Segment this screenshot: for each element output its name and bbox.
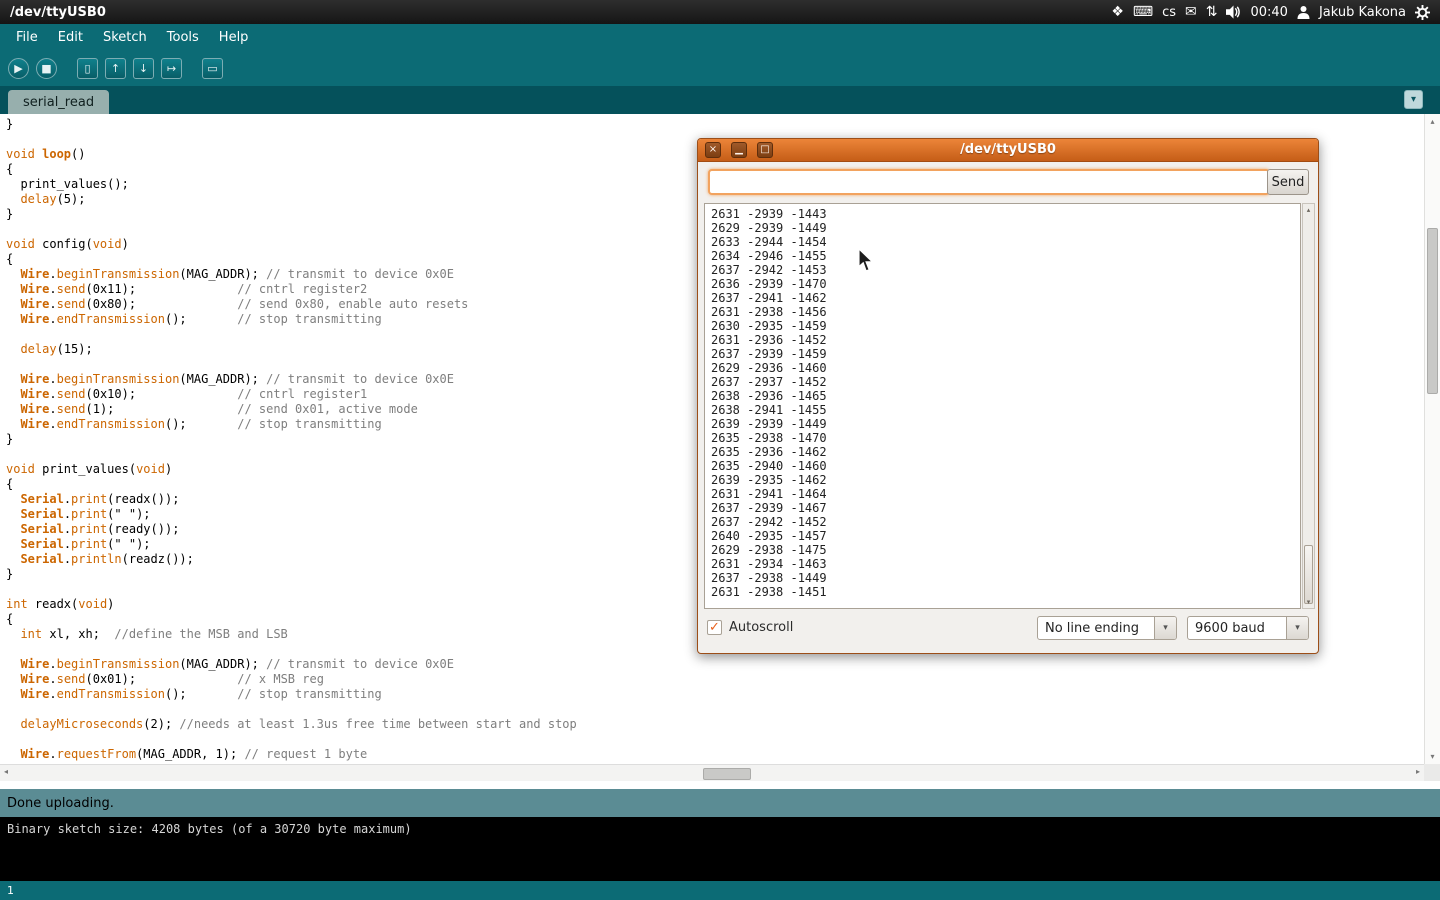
send-button[interactable]: Send — [1267, 169, 1309, 195]
code-line — [6, 732, 1424, 747]
minimize-button[interactable]: ▁ — [731, 142, 747, 158]
editor-hscroll-thumb[interactable] — [703, 768, 751, 780]
code-line: Wire.send(0x01); // x MSB reg — [6, 672, 1424, 687]
volume-icon[interactable] — [1226, 5, 1241, 19]
serial-output[interactable]: 2631 -2939 -1443 2629 -2939 -1449 2633 -… — [704, 203, 1301, 609]
mail-icon[interactable]: ✉ — [1185, 5, 1197, 19]
system-top-bar: /dev/ttyUSB0 ❖ ⌨ cs ✉ ⇅ 00:40 Jakub Kako… — [0, 0, 1440, 24]
console-output: Binary sketch size: 4208 bytes (of a 307… — [0, 817, 1440, 881]
focused-window-title: /dev/ttyUSB0 — [10, 5, 106, 20]
baud-rate-dropdown[interactable]: 9600 baud ▾ — [1187, 616, 1309, 640]
maximize-icon: □ — [760, 145, 769, 155]
send-button-label: Send — [1272, 175, 1305, 190]
scrollbar-corner — [1424, 764, 1440, 781]
autoscroll-checkbox[interactable]: ✓ — [707, 620, 722, 635]
menu-item-file[interactable]: File — [6, 26, 48, 49]
chevron-down-icon[interactable]: ▾ — [1286, 617, 1308, 639]
open-button[interactable]: ↑ — [105, 58, 126, 79]
serial-window-title: /dev/ttyUSB0 — [698, 139, 1318, 161]
upload-button[interactable]: ↦ — [161, 58, 182, 79]
system-tray: ❖ ⌨ cs ✉ ⇅ 00:40 Jakub Kakona — [1111, 5, 1430, 20]
menu-item-tools[interactable]: Tools — [157, 26, 209, 49]
keyboard-icon[interactable]: ⌨ — [1133, 5, 1153, 19]
code-line — [6, 702, 1424, 717]
scroll-left-icon[interactable]: ◂ — [4, 767, 8, 776]
serial-monitor-window: × ▁ □ /dev/ttyUSB0 Send 2631 -2939 -1443… — [697, 138, 1319, 654]
line-indicator: 1 — [7, 884, 14, 897]
chevron-down-icon[interactable]: ▾ — [1154, 617, 1176, 639]
tab-strip: serial_read ▾ — [0, 86, 1440, 114]
save-button[interactable]: ↓ — [133, 58, 154, 79]
gear-icon[interactable] — [1415, 5, 1430, 20]
verify-button[interactable]: ▶ — [8, 58, 29, 79]
close-button[interactable]: × — [705, 142, 721, 158]
serial-output-text: 2631 -2939 -1443 2629 -2939 -1449 2633 -… — [705, 204, 1300, 602]
menu-item-edit[interactable]: Edit — [48, 26, 93, 49]
line-ending-value: No line ending — [1038, 621, 1154, 636]
editor-vertical-scrollbar[interactable]: ▴ ▾ — [1424, 114, 1440, 764]
editor-horizontal-scrollbar[interactable]: ◂ ▸ — [0, 764, 1424, 781]
scroll-right-icon[interactable]: ▸ — [1416, 767, 1420, 776]
stop-button[interactable]: ■ — [36, 58, 57, 79]
baud-rate-value: 9600 baud — [1188, 621, 1286, 636]
close-icon: × — [709, 145, 717, 155]
maximize-button[interactable]: □ — [757, 142, 773, 158]
serial-monitor-button[interactable]: ▭ — [202, 58, 223, 79]
tab-menu-button[interactable]: ▾ — [1404, 90, 1423, 109]
line-indicator-strip: 1 — [0, 881, 1440, 900]
serial-scroll-thumb[interactable] — [1304, 545, 1313, 604]
user-icon[interactable] — [1297, 5, 1310, 19]
code-line: delayMicroseconds(2); //needs at least 1… — [6, 717, 1424, 732]
minimize-icon: ▁ — [735, 145, 743, 155]
toolbar: ▶ ■ ▯ ↑ ↓ ↦ ▭ — [0, 50, 1440, 86]
code-line: } — [6, 117, 1424, 132]
editor-vscroll-thumb[interactable] — [1427, 228, 1438, 394]
line-ending-dropdown[interactable]: No line ending ▾ — [1037, 616, 1177, 640]
menu-item-help[interactable]: Help — [209, 26, 259, 49]
serial-scroll-down-icon[interactable]: ▾ — [1303, 598, 1314, 606]
app-indicator-icon[interactable]: ❖ — [1111, 5, 1124, 19]
autoscroll-label: Autoscroll — [729, 620, 793, 635]
sync-icon[interactable]: ⇅ — [1206, 5, 1218, 19]
menu-bar: FileEditSketchToolsHelp — [0, 24, 1440, 50]
scroll-up-icon[interactable]: ▴ — [1425, 117, 1440, 126]
code-line: Wire.beginTransmission(MAG_ADDR); // tra… — [6, 657, 1424, 672]
tab-label: serial_read — [23, 95, 94, 110]
status-bar: Done uploading. — [0, 789, 1440, 817]
serial-window-titlebar[interactable]: × ▁ □ /dev/ttyUSB0 — [698, 139, 1318, 162]
checkmark-icon: ✓ — [709, 620, 720, 635]
status-message: Done uploading. — [7, 796, 114, 811]
console-line: Binary sketch size: 4208 bytes (of a 307… — [7, 822, 412, 836]
serial-output-scrollbar[interactable]: ▴ ▾ — [1302, 203, 1315, 609]
code-line: Wire.requestFrom(MAG_ADDR, 1); // reques… — [6, 747, 1424, 762]
keyboard-layout-label[interactable]: cs — [1162, 5, 1176, 20]
tab-serial-read[interactable]: serial_read — [8, 90, 109, 114]
clock[interactable]: 00:40 — [1250, 5, 1287, 20]
code-line: Wire.endTransmission(); // stop transmit… — [6, 687, 1424, 702]
serial-scroll-up-icon[interactable]: ▴ — [1303, 206, 1314, 214]
user-name[interactable]: Jakub Kakona — [1319, 5, 1406, 20]
scroll-down-icon[interactable]: ▾ — [1425, 752, 1440, 761]
menu-item-sketch[interactable]: Sketch — [93, 26, 157, 49]
arduino-ide-screen: /dev/ttyUSB0 ❖ ⌨ cs ✉ ⇅ 00:40 Jakub Kako… — [0, 0, 1440, 900]
tab-menu-icon: ▾ — [1411, 94, 1416, 105]
window-controls: × ▁ □ — [705, 142, 773, 158]
serial-send-input[interactable] — [708, 169, 1270, 195]
new-sketch-button[interactable]: ▯ — [77, 58, 98, 79]
